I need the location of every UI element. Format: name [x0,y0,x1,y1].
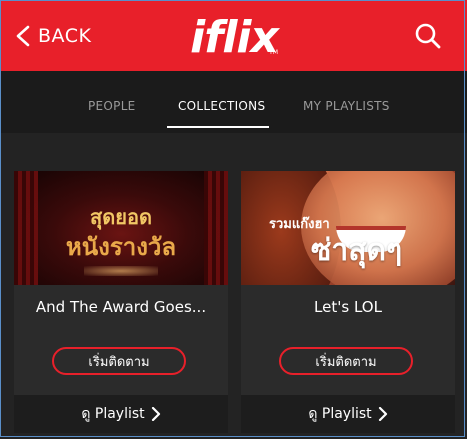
collection-title: And The Award Goes... [35,298,207,316]
thumbnail-text: ซ่าสุดๆ [311,233,403,268]
back-label: BACK [38,25,92,47]
chevron-right-icon [378,407,387,421]
follow-button[interactable]: เริ่มติดตาม [52,347,186,375]
thumbnail-text: หนังรางวัล [65,233,177,261]
search-icon[interactable] [414,22,442,50]
chevron-right-icon [151,407,160,421]
tab-bar: PEOPLE COLLECTIONS MY PLAYLISTS [0,71,467,133]
tab-my-playlists[interactable]: MY PLAYLISTS [303,99,390,113]
app-header: BACK iflix TM [0,0,467,71]
view-playlist-button[interactable]: ดู Playlist [241,395,455,433]
follow-button[interactable]: เริ่มติดตาม [279,347,413,375]
glow-decoration [84,266,158,276]
collections-grid: สุดยอด หนังรางวัล And The Award Goes... … [0,133,467,439]
view-playlist-label: ดู Playlist [81,406,145,422]
tab-people[interactable]: PEOPLE [88,99,136,113]
collection-thumbnail[interactable]: รวมแก๊งฮา ซ่าสุดๆ [241,171,455,285]
logo-tm: TM [269,49,278,56]
tab-collections[interactable]: COLLECTIONS [178,99,265,113]
collection-card[interactable]: รวมแก๊งฮา ซ่าสุดๆ Let's LOL เริ่มติดตาม … [241,171,455,433]
logo-text: iflix [190,11,279,63]
collection-card[interactable]: สุดยอด หนังรางวัล And The Award Goes... … [14,171,228,433]
view-playlist-button[interactable]: ดู Playlist [14,395,228,433]
view-playlist-label: ดู Playlist [308,406,372,422]
collection-thumbnail[interactable]: สุดยอด หนังรางวัล [14,171,228,285]
chevron-left-icon [16,25,30,47]
active-tab-indicator [167,126,269,128]
iflix-logo: iflix TM [184,8,284,66]
collection-title: Let's LOL [314,298,382,316]
back-button[interactable]: BACK [14,20,91,52]
